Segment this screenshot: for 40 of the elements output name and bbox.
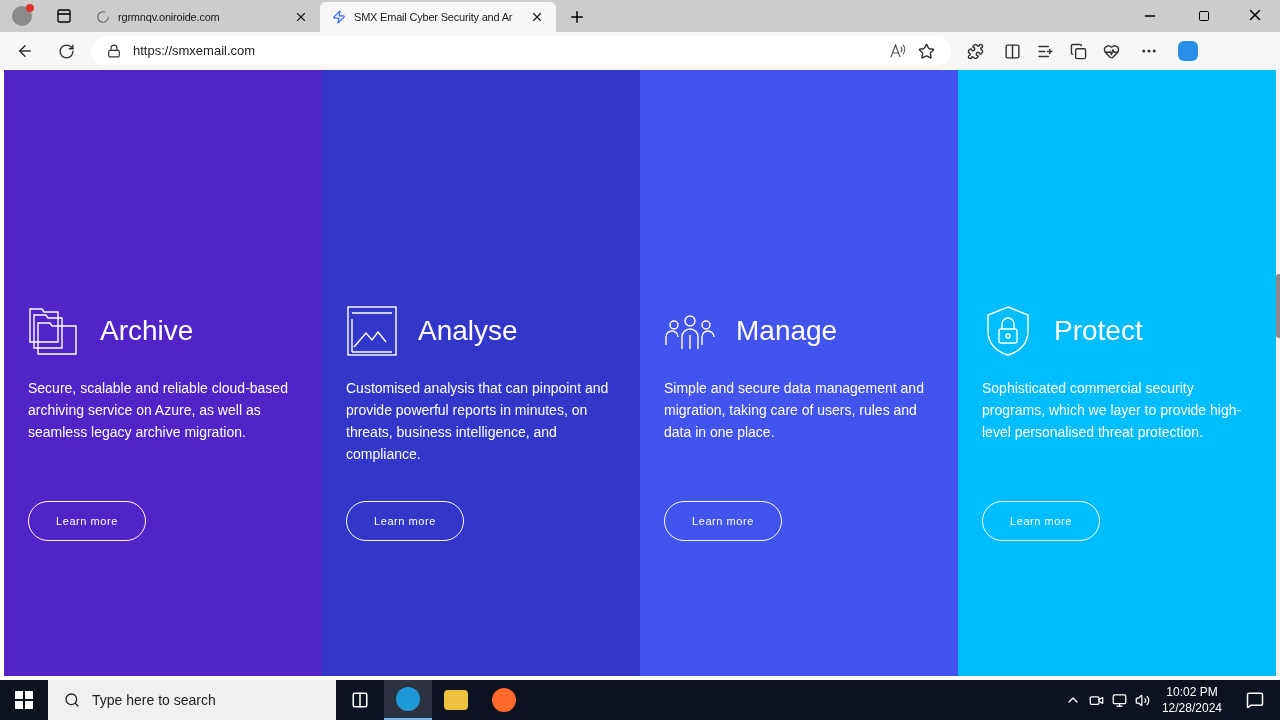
lock-icon — [107, 44, 121, 58]
card-description: Customised analysis that can pinpoint and provide powerful reports in minutes, on threats, business intelligence, and compliance. — [346, 379, 610, 464]
card-title: Archive — [100, 314, 194, 348]
search-icon — [64, 692, 80, 708]
search-placeholder: Type here to search — [92, 690, 216, 710]
split-screen-icon[interactable] — [1004, 42, 1021, 60]
card-description: Simple and secure data management and migration, taking care of users, rules and data in one place. — [664, 379, 925, 442]
profile-icon[interactable] — [12, 6, 32, 26]
restore-icon[interactable] — [1198, 10, 1210, 22]
card-title: Manage — [736, 314, 838, 348]
card-description: Secure, scalable and reliable cloud-based archiving service on Azure, as well as seamless legacy archive migration. — [28, 379, 289, 442]
volume-icon[interactable] — [1134, 692, 1150, 708]
task-view-icon[interactable] — [351, 691, 369, 709]
folders-icon — [28, 305, 80, 357]
close-tab-icon[interactable] — [294, 10, 308, 24]
clock[interactable]: 10:02 PM 12/28/2024 — [1161, 684, 1222, 716]
close-tab-icon[interactable] — [530, 10, 544, 24]
collections-icon[interactable] — [1070, 42, 1087, 60]
tab-title: SMX Email Cyber Security and Ar — [354, 9, 514, 25]
taskbar-search-field[interactable]: Type here to search — [48, 680, 336, 720]
back-icon[interactable] — [16, 42, 34, 60]
folder-icon[interactable] — [444, 690, 468, 710]
tab-title: rgrmnqv.oniroide.com — [118, 9, 221, 25]
browser-tab[interactable]: rgrmnqv.oniroide.com — [84, 2, 320, 32]
network-icon[interactable] — [1111, 692, 1127, 708]
card-title: Protect — [1054, 314, 1143, 348]
favorite-star-icon[interactable] — [918, 42, 935, 60]
extensions-icon[interactable] — [967, 42, 984, 60]
address-field[interactable]: https://smxemail.com — [91, 36, 951, 66]
card-title: Analyse — [418, 314, 518, 348]
notifications-icon[interactable] — [1246, 691, 1264, 709]
new-tab-icon[interactable] — [568, 8, 586, 26]
chart-window-icon — [346, 305, 398, 357]
reload-icon[interactable] — [58, 42, 75, 60]
read-aloud-icon[interactable] — [890, 44, 906, 58]
card-description: Sophisticated commercial security programs, which we layer to provide high-level personalised threat protection. — [982, 379, 1243, 442]
browser-tab[interactable]: SMX Email Cyber Security and Ar — [320, 2, 556, 32]
tab-actions-icon[interactable] — [56, 8, 72, 24]
url-text: https://smxemail.com — [133, 42, 257, 61]
health-icon[interactable] — [1103, 42, 1120, 60]
